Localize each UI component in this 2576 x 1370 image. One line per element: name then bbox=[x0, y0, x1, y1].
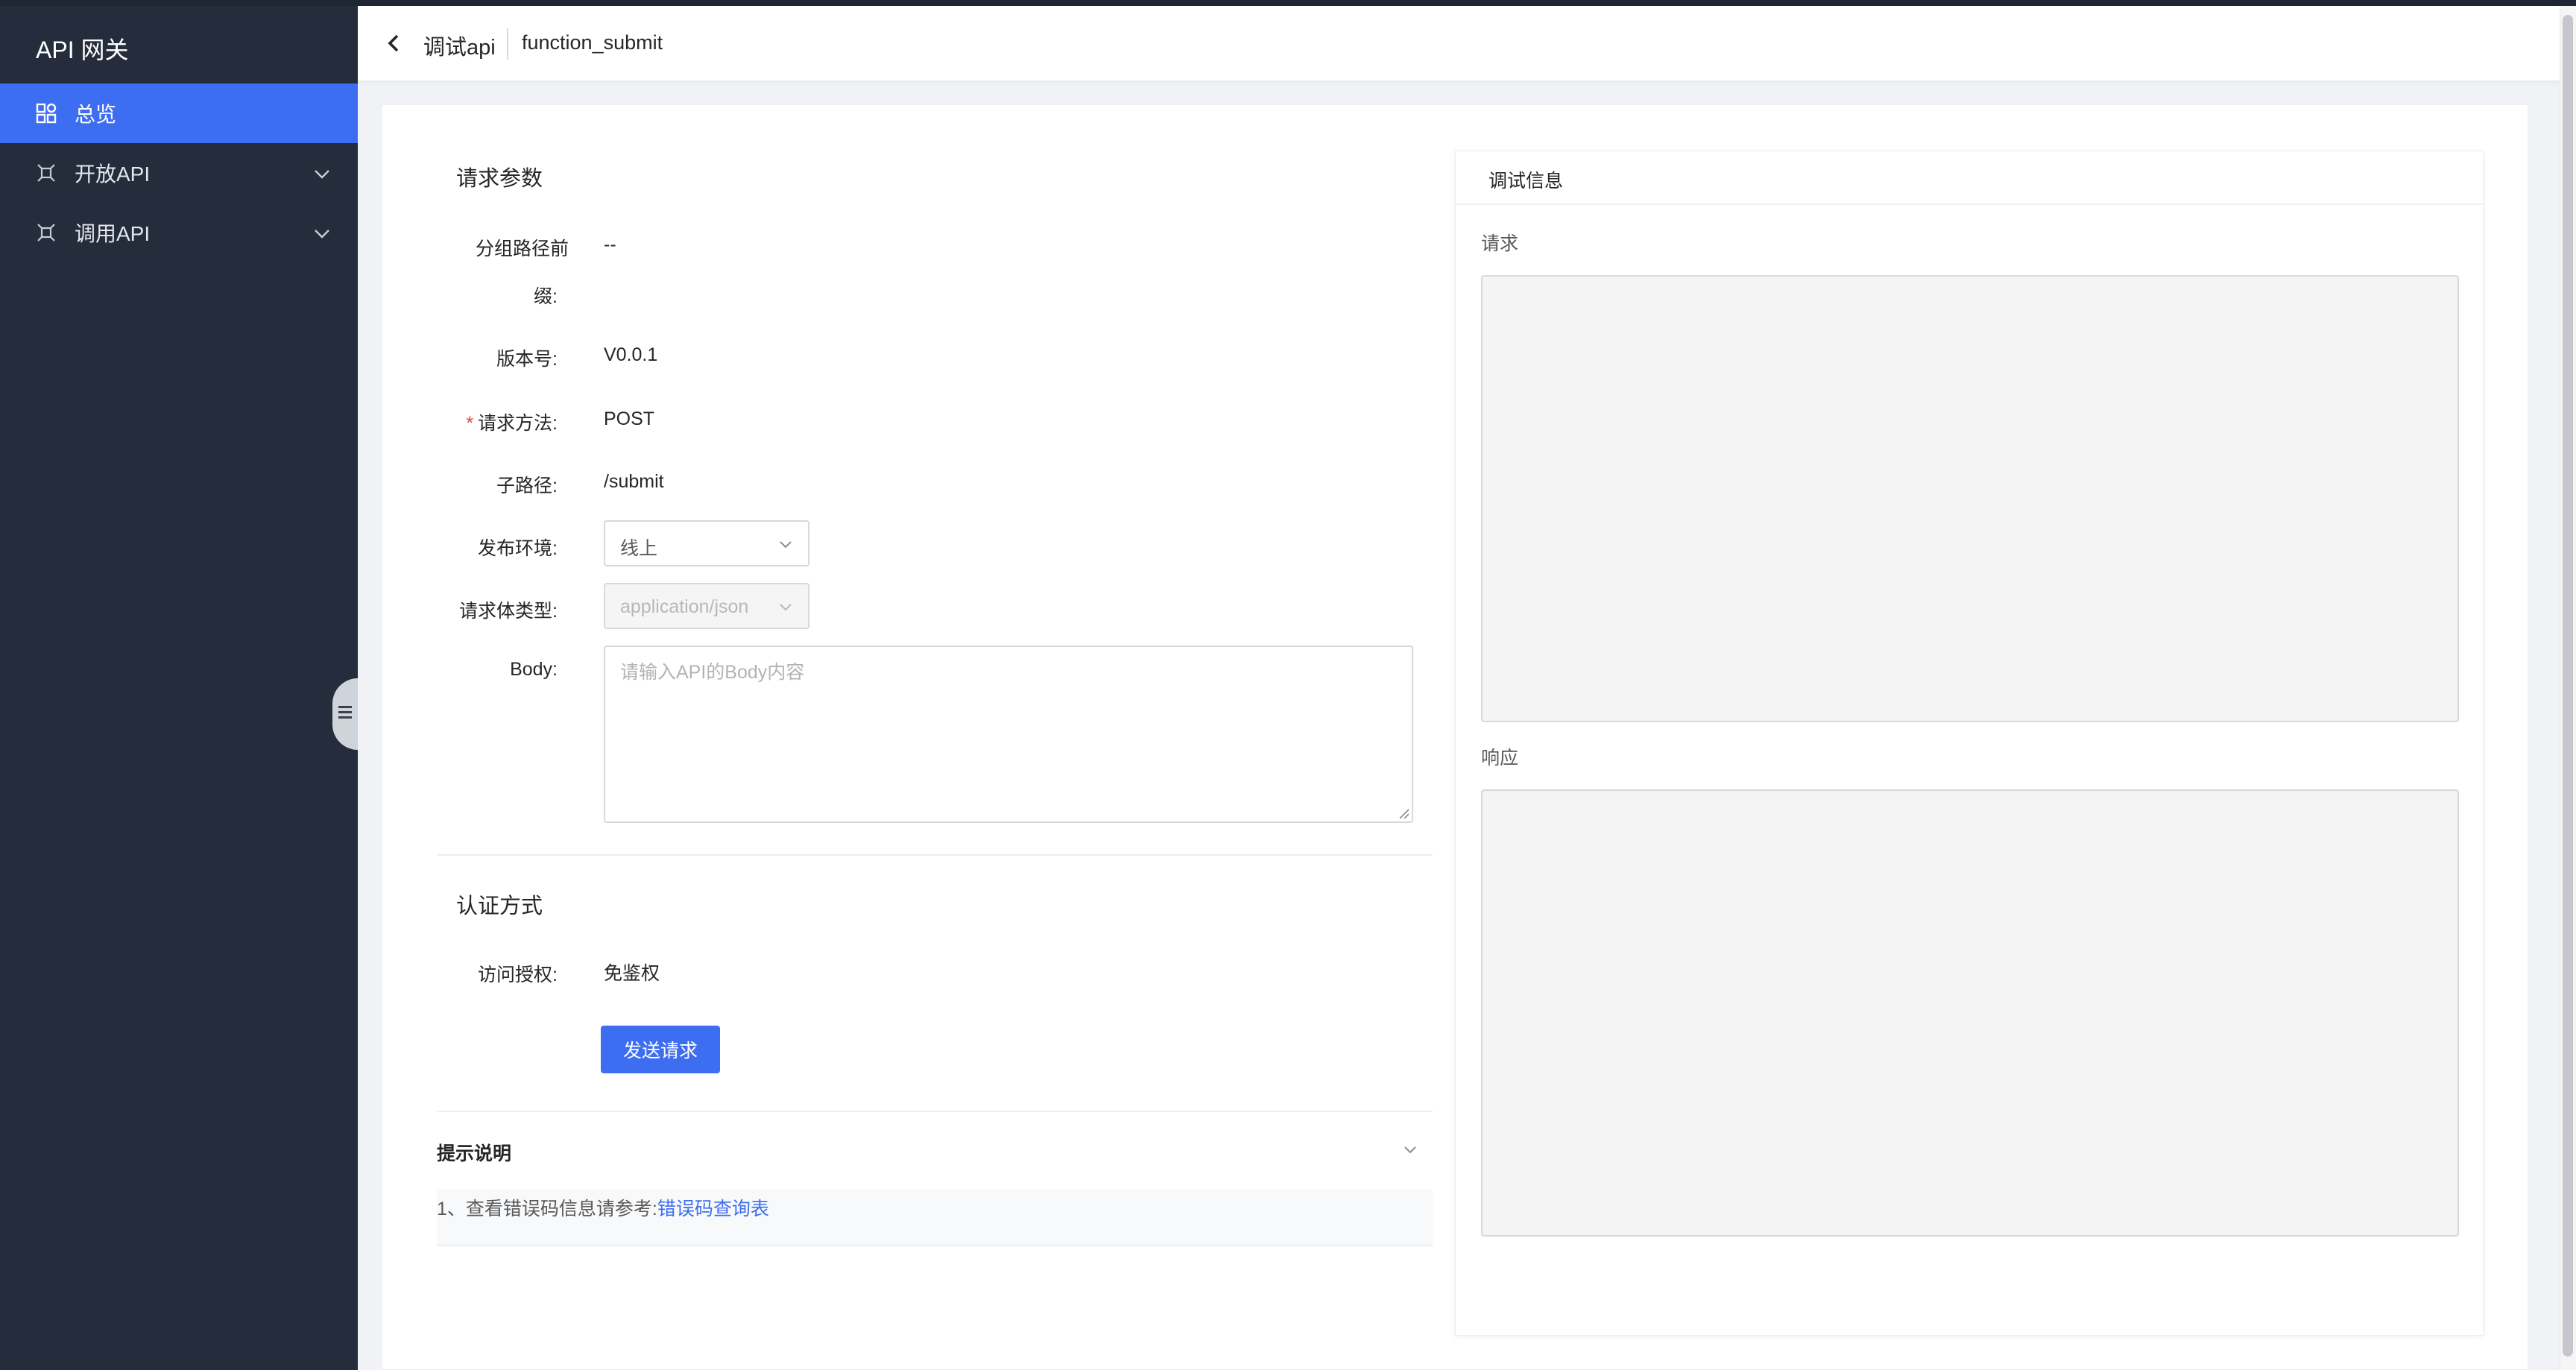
body-label: Body: bbox=[510, 659, 558, 680]
section-divider bbox=[437, 854, 1433, 856]
section-title-request-params: 请求参数 bbox=[456, 167, 543, 191]
debug-panel: 调试信息 请求 响应 bbox=[1455, 151, 2484, 1336]
top-strip bbox=[0, 0, 2576, 6]
tips-content: 1、查看错误码信息请参考:错误码查询表 bbox=[437, 1190, 1433, 1245]
version-value: V0.0.1 bbox=[604, 344, 658, 365]
env-select[interactable]: 线上 bbox=[604, 520, 809, 566]
chevron-down-icon bbox=[778, 599, 793, 614]
body-textarea[interactable]: 请输入API的Body内容 bbox=[604, 645, 1413, 823]
send-request-button[interactable]: 发送请求 bbox=[601, 1026, 720, 1073]
tips-title[interactable]: 提示说明 bbox=[437, 1139, 511, 1166]
section-divider bbox=[437, 1245, 1433, 1246]
tips-text: 1、查看错误码信息请参考:错误码查询表 bbox=[437, 1194, 769, 1221]
chevron-down-icon bbox=[313, 224, 331, 242]
subpath-value: /submit bbox=[604, 471, 664, 492]
section-title-auth: 认证方式 bbox=[456, 894, 543, 918]
debug-panel-title: 调试信息 bbox=[1489, 171, 1564, 192]
method-label: * 请求方法: bbox=[425, 408, 558, 435]
sidebar-item-open-api[interactable]: 开放API bbox=[0, 143, 358, 203]
request-output[interactable] bbox=[1481, 275, 2459, 722]
chevron-down-icon[interactable] bbox=[1403, 1142, 1418, 1161]
error-code-link[interactable]: 错误码查询表 bbox=[657, 1199, 769, 1219]
tips-line: 1、查看错误码信息请参考: bbox=[437, 1199, 657, 1219]
method-label-text: 请求方法: bbox=[478, 413, 558, 434]
dashboard-icon bbox=[36, 103, 57, 124]
request-label: 请求 bbox=[1481, 233, 1519, 254]
version-label: 版本号: bbox=[496, 349, 558, 370]
header-divider bbox=[507, 28, 508, 60]
group-prefix-value: -- bbox=[604, 234, 616, 255]
menu-icon bbox=[337, 703, 353, 726]
subpath-label: 子路径: bbox=[496, 476, 558, 496]
group-prefix-label-cont: 缀: bbox=[534, 286, 558, 307]
body-placeholder: 请输入API的Body内容 bbox=[620, 662, 805, 683]
env-label: 发布环境: bbox=[478, 538, 558, 559]
sidebar-item-overview[interactable]: 总览 bbox=[0, 83, 358, 143]
sidebar-item-label: 调用API bbox=[75, 222, 151, 245]
body-type-select[interactable]: application/json bbox=[604, 583, 809, 629]
chevron-down-icon bbox=[778, 537, 793, 552]
method-value: POST bbox=[604, 408, 655, 429]
group-prefix-label: 分组路径前 bbox=[475, 239, 569, 259]
arrow-left-icon bbox=[385, 33, 402, 57]
resize-grip-icon[interactable] bbox=[1398, 807, 1409, 819]
response-output[interactable] bbox=[1481, 789, 2459, 1237]
page-title: 调试api bbox=[423, 36, 496, 60]
body-type-select-value: application/json bbox=[620, 596, 749, 617]
api-name: function_submit bbox=[522, 31, 663, 54]
required-mark: * bbox=[466, 413, 474, 434]
scrollbar-thumb[interactable] bbox=[2563, 15, 2573, 1357]
access-label: 访问授权: bbox=[478, 965, 558, 985]
debug-panel-header: 调试信息 bbox=[1456, 151, 2483, 205]
chevron-down-icon bbox=[313, 164, 331, 182]
page-header: 调试api function_submit bbox=[358, 6, 2560, 81]
api-icon bbox=[36, 222, 57, 243]
section-divider bbox=[437, 1111, 1433, 1112]
sidebar-item-label: 总览 bbox=[75, 103, 117, 126]
back-button[interactable] bbox=[380, 31, 407, 58]
body-type-label: 请求体类型: bbox=[459, 601, 558, 622]
app-brand: API 网关 bbox=[36, 37, 129, 63]
env-select-value: 线上 bbox=[620, 538, 658, 559]
sidebar-item-label: 开放API bbox=[75, 162, 151, 186]
response-label: 响应 bbox=[1481, 748, 1519, 768]
api-icon bbox=[36, 162, 57, 183]
access-value: 免鉴权 bbox=[604, 963, 660, 984]
sidebar: API 网关 总览 开放API 调用API bbox=[0, 6, 358, 1370]
sidebar-item-call-api[interactable]: 调用API bbox=[0, 203, 358, 262]
